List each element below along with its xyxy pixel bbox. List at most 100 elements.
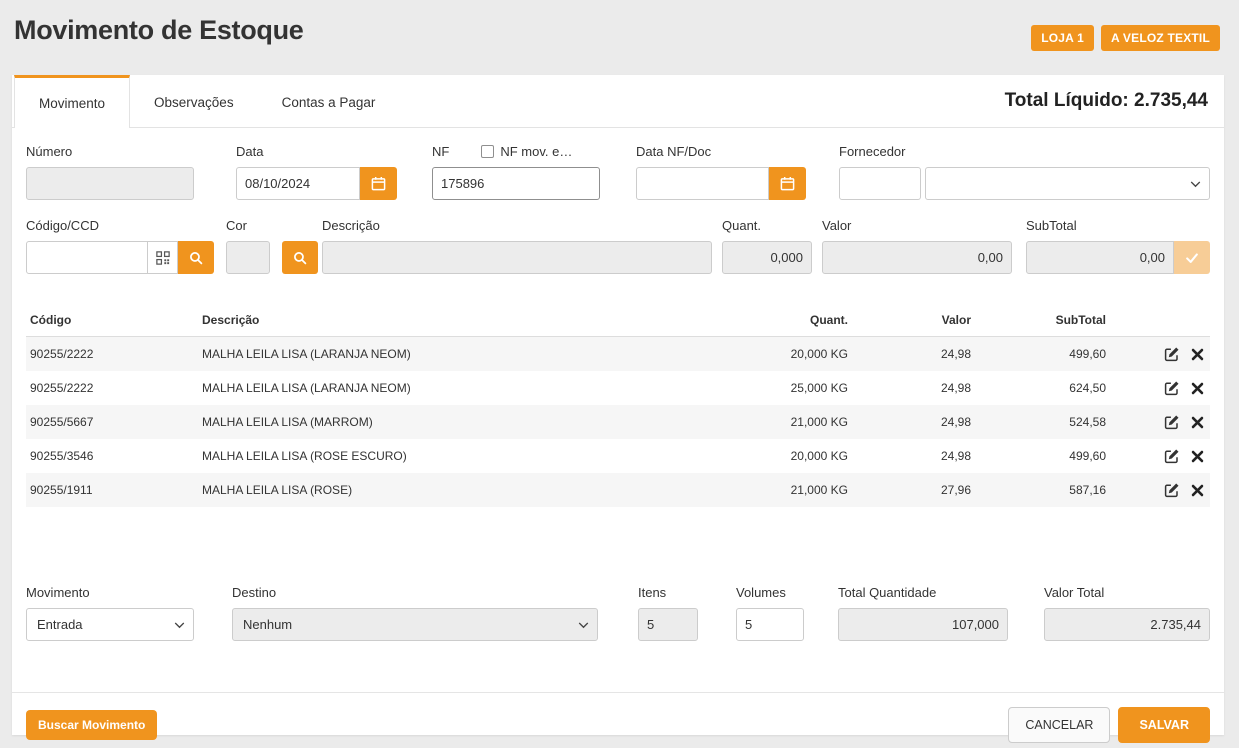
cell-descricao: MALHA LEILA LISA (ROSE ESCURO) [198, 439, 618, 473]
cell-valor: 24,98 [852, 405, 975, 439]
nf-checkbox-wrap: NF mov. e… [481, 144, 572, 159]
nf-checkbox[interactable] [481, 145, 494, 158]
table-row: 90255/1911 MALHA LEILA LISA (ROSE) 21,00… [26, 473, 1210, 507]
data-nf-calendar-button[interactable] [769, 167, 806, 200]
valor-total-label: Valor Total [1044, 585, 1210, 600]
confirm-item-button[interactable] [1174, 241, 1210, 274]
data-input[interactable] [236, 167, 360, 200]
edit-row-button[interactable] [1164, 380, 1180, 396]
header-buttons: LOJA 1 A VELOZ TEXTIL [1031, 25, 1220, 51]
close-icon [1191, 450, 1204, 463]
cancelar-button[interactable]: CANCELAR [1008, 707, 1110, 743]
destino-select: Nenhum [232, 608, 598, 641]
cell-quant: 25,000 KG [618, 371, 852, 405]
table-row: 90255/3546 MALHA LEILA LISA (ROSE ESCURO… [26, 439, 1210, 473]
salvar-button[interactable]: SALVAR [1118, 707, 1210, 743]
search-icon [293, 251, 307, 265]
descricao-input [322, 241, 712, 274]
cell-subtotal: 587,16 [975, 473, 1110, 507]
data-nf-input[interactable] [636, 167, 769, 200]
edit-row-button[interactable] [1164, 482, 1180, 498]
close-icon [1191, 416, 1204, 429]
cell-codigo: 90255/3546 [26, 439, 198, 473]
tab-observacoes[interactable]: Observações [130, 75, 258, 127]
total-quantidade-label: Total Quantidade [838, 585, 1008, 600]
data-calendar-button[interactable] [360, 167, 397, 200]
table-header-row: Código Descrição Quant. Valor SubTotal [26, 304, 1210, 337]
qrcode-icon [156, 251, 170, 265]
cor-input [226, 241, 270, 274]
fornecedor-code-input[interactable] [839, 167, 921, 200]
cor-label: Cor [226, 218, 318, 233]
data-nf-label: Data NF/Doc [636, 144, 806, 159]
table-row: 90255/2222 MALHA LEILA LISA (LARANJA NEO… [26, 371, 1210, 405]
company-button[interactable]: A VELOZ TEXTIL [1101, 25, 1220, 51]
store-button[interactable]: LOJA 1 [1031, 25, 1094, 51]
quant-input [722, 241, 812, 274]
total-quantidade-input [838, 608, 1008, 641]
chevron-down-icon [578, 622, 589, 629]
cell-subtotal: 524,58 [975, 405, 1110, 439]
tab-movimento[interactable]: Movimento [14, 75, 130, 128]
total-liquido: Total Líquido: 2.735,44 [1005, 90, 1208, 112]
nf-label: NF [432, 144, 449, 159]
cell-descricao: MALHA LEILA LISA (LARANJA NEOM) [198, 337, 618, 372]
edit-icon [1164, 414, 1180, 430]
tab-contas-a-pagar[interactable]: Contas a Pagar [258, 75, 400, 127]
codigo-search-button[interactable] [178, 241, 214, 274]
nf-checkbox-label: NF mov. e… [500, 144, 572, 159]
table-row: 90255/2222 MALHA LEILA LISA (LARANJA NEO… [26, 337, 1210, 372]
cell-subtotal: 624,50 [975, 371, 1110, 405]
stock-table-body: 90255/2222 MALHA LEILA LISA (LARANJA NEO… [26, 337, 1210, 508]
buscar-movimento-button[interactable]: Buscar Movimento [26, 710, 157, 740]
volumes-input[interactable] [736, 608, 804, 641]
nf-input[interactable] [432, 167, 600, 200]
edit-icon [1164, 482, 1180, 498]
search-icon [189, 251, 203, 265]
fornecedor-label: Fornecedor [839, 144, 1210, 159]
barcode-button[interactable] [148, 241, 178, 274]
delete-row-button[interactable] [1191, 382, 1204, 395]
delete-row-button[interactable] [1191, 348, 1204, 361]
items-table: Código Descrição Quant. Valor SubTotal 9… [26, 304, 1210, 507]
delete-row-button[interactable] [1191, 450, 1204, 463]
itens-label: Itens [638, 585, 698, 600]
edit-row-button[interactable] [1164, 448, 1180, 464]
codigo-input[interactable] [26, 241, 148, 274]
header-descricao: Descrição [198, 304, 618, 337]
chevron-down-icon [174, 622, 185, 629]
cell-quant: 21,000 KG [618, 405, 852, 439]
cell-quant: 20,000 KG [618, 439, 852, 473]
edit-icon [1164, 346, 1180, 362]
volumes-label: Volumes [736, 585, 804, 600]
close-icon [1191, 484, 1204, 497]
fornecedor-select[interactable] [925, 167, 1210, 200]
destino-selected-value: Nenhum [243, 617, 292, 632]
movimento-select[interactable]: Entrada [26, 608, 194, 641]
cell-valor: 24,98 [852, 337, 975, 372]
cell-codigo: 90255/2222 [26, 337, 198, 372]
destino-label: Destino [232, 585, 598, 600]
cell-valor: 27,96 [852, 473, 975, 507]
cell-quant: 21,000 KG [618, 473, 852, 507]
header-quant: Quant. [618, 304, 852, 337]
edit-row-button[interactable] [1164, 346, 1180, 362]
tab-bar: Movimento Observações Contas a Pagar Tot… [12, 75, 1224, 128]
form-row-3: Movimento Entrada Destino Nenhum [12, 585, 1224, 641]
delete-row-button[interactable] [1191, 484, 1204, 497]
edit-row-button[interactable] [1164, 414, 1180, 430]
edit-icon [1164, 380, 1180, 396]
check-icon [1185, 251, 1199, 265]
cor-search-button[interactable] [282, 241, 318, 274]
delete-row-button[interactable] [1191, 416, 1204, 429]
movimento-label: Movimento [26, 585, 194, 600]
cell-valor: 24,98 [852, 371, 975, 405]
cell-codigo: 90255/1911 [26, 473, 198, 507]
movimento-selected-value: Entrada [37, 617, 83, 632]
header-valor: Valor [852, 304, 975, 337]
stock-movement-card: Movimento Observações Contas a Pagar Tot… [12, 75, 1224, 735]
itens-input [638, 608, 698, 641]
header-actions [1110, 304, 1210, 337]
cell-valor: 24,98 [852, 439, 975, 473]
subtotal-input [1026, 241, 1174, 274]
